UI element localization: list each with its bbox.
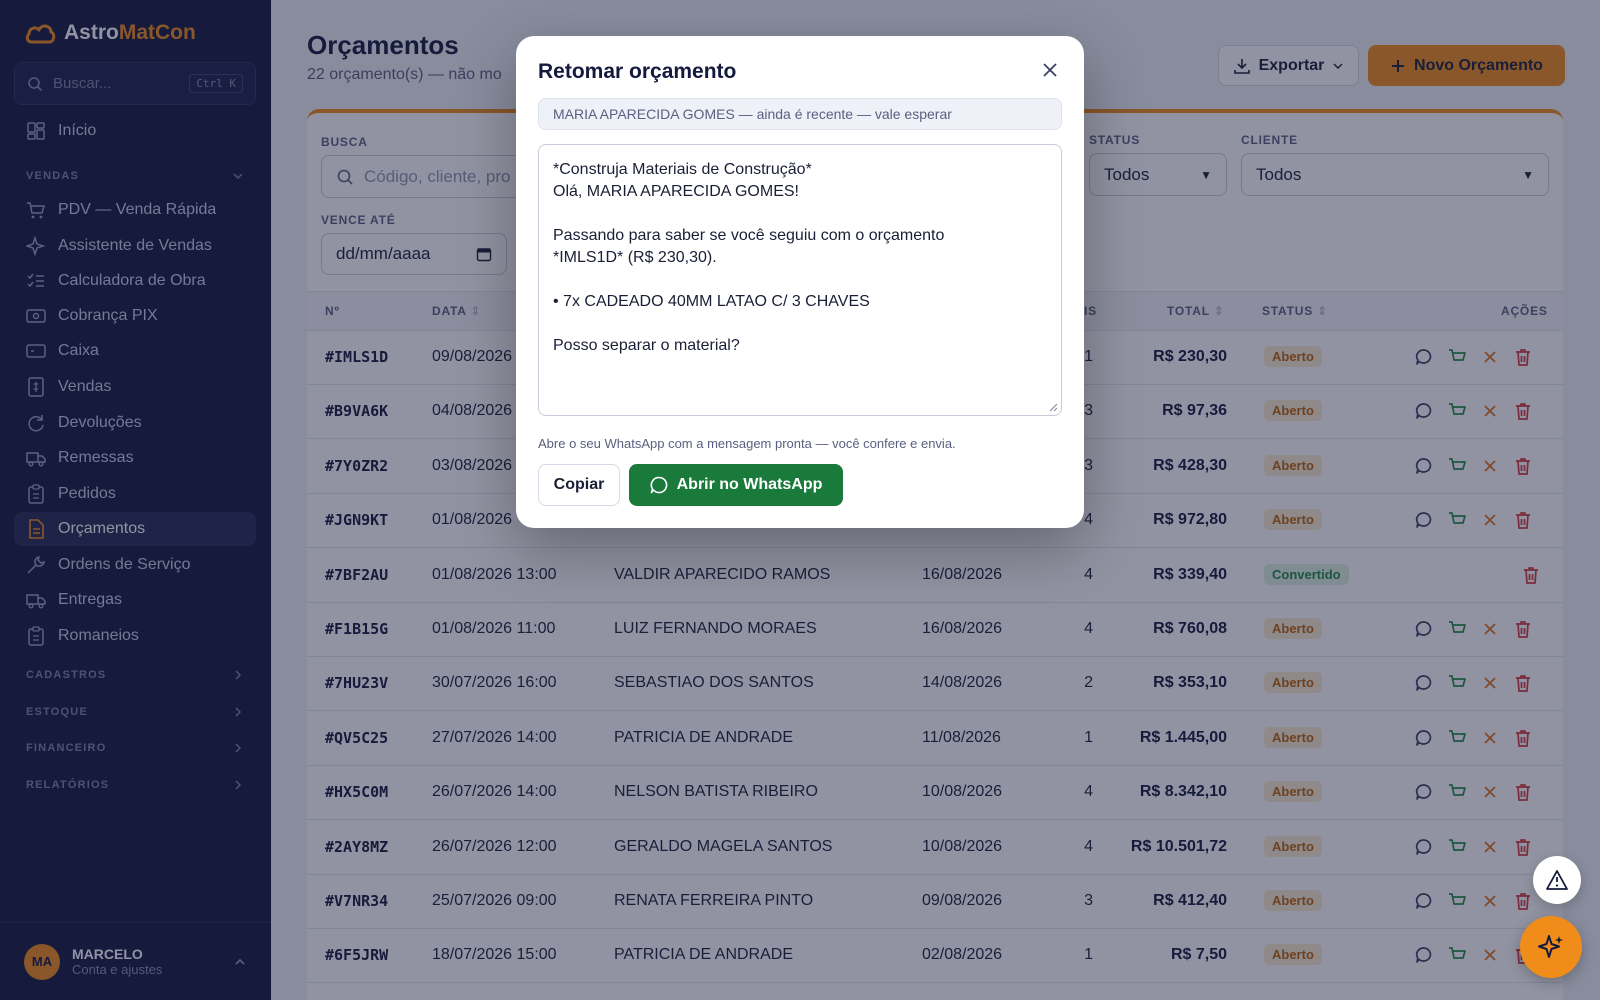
message-line (553, 313, 1047, 335)
warning-icon (1546, 870, 1568, 890)
open-whatsapp-button[interactable]: Abrir no WhatsApp (629, 464, 843, 506)
resume-quote-modal: Retomar orçamento MARIA APARECIDA GOMES … (516, 36, 1084, 528)
message-line: *Construja Materiais de Construção* (553, 161, 812, 178)
copy-button[interactable]: Copiar (538, 464, 620, 506)
modal-info-banner: MARIA APARECIDA GOMES — ainda é recente … (538, 98, 1062, 130)
resize-handle-icon[interactable] (1048, 402, 1058, 412)
sparkle-icon (1538, 935, 1563, 958)
modal-title: Retomar orçamento (538, 60, 737, 83)
whatsapp-label: Abrir no WhatsApp (676, 476, 823, 493)
message-lines: *Construja Materiais de Construção* Olá, … (553, 159, 1047, 357)
message-line: Passando para saber se você seguiu com o… (553, 227, 945, 244)
message-line: Posso separar o material? (553, 337, 740, 354)
report-problem-button[interactable] (1533, 856, 1581, 904)
whatsapp-icon (650, 476, 667, 494)
message-line (553, 203, 1047, 225)
modal-hint: Abre o seu WhatsApp com a mensagem pront… (538, 436, 956, 451)
message-line: *IMLS1D* (R$ 230,30). (553, 249, 717, 266)
message-line (553, 269, 1047, 291)
message-line: Olá, MARIA APARECIDA GOMES! (553, 183, 799, 200)
message-line: • 7x CADEADO 40MM LATAO C/ 3 CHAVES (553, 293, 870, 310)
close-icon (1043, 63, 1057, 77)
ai-assistant-button[interactable] (1520, 916, 1582, 978)
message-textarea[interactable]: *Construja Materiais de Construção* Olá, … (538, 144, 1062, 416)
close-button[interactable] (1042, 62, 1058, 83)
